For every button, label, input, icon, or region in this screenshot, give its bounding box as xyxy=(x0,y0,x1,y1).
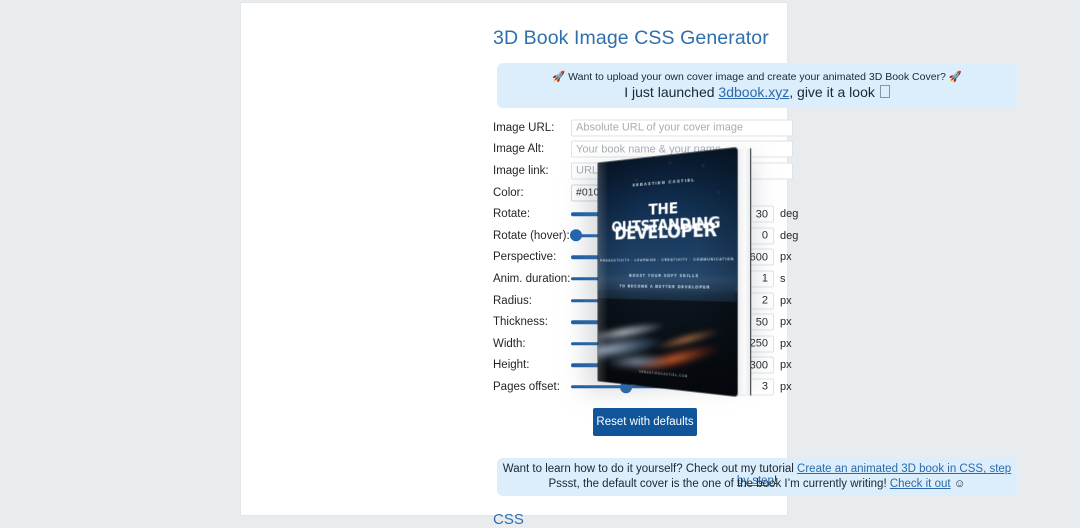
check-it-out-link[interactable]: Check it out xyxy=(890,478,951,490)
book-pages-edge xyxy=(735,148,751,395)
slider-unit: deg xyxy=(780,208,798,220)
slider-label: Rotate: xyxy=(493,208,530,220)
promo-text-after: , give it a look xyxy=(789,84,879,100)
css-section-heading: CSS xyxy=(493,511,524,528)
book-3d: SEBASTIEN CASTIEL THE OUTSTANDING DEVELO… xyxy=(598,148,737,397)
book-text-before: Pssst, the default cover is the one of t… xyxy=(549,478,890,490)
slider-label: Thickness: xyxy=(493,316,548,328)
slider-unit: px xyxy=(780,295,792,307)
book-text-after: ☺ xyxy=(951,478,966,490)
slider-label: Height: xyxy=(493,359,529,371)
image-url-input[interactable]: Absolute URL of your cover image xyxy=(571,119,793,136)
label-image-url: Image URL: xyxy=(493,122,554,134)
book-cover-image: SEBASTIEN CASTIEL THE OUTSTANDING DEVELO… xyxy=(598,148,737,397)
slider-label: Width: xyxy=(493,338,526,350)
promo-text-before: I just launched xyxy=(624,84,718,100)
cover-spine-shading xyxy=(598,162,608,382)
missing-glyph-icon xyxy=(880,85,890,98)
page-title: 3D Book Image CSS Generator xyxy=(493,27,769,50)
cover-subtitle-line1: BOOST YOUR SOFT SKILLS xyxy=(598,273,737,279)
slider-label: Anim. duration: xyxy=(493,273,570,285)
reset-button[interactable]: Reset with defaults xyxy=(593,408,697,436)
3dbook-link[interactable]: 3dbook.xyz xyxy=(718,84,789,100)
label-color: Color: xyxy=(493,187,524,199)
slider-label: Radius: xyxy=(493,295,532,307)
slider-label: Rotate (hover): xyxy=(493,230,570,242)
cover-title-line2: DEVELOPER xyxy=(598,221,737,245)
promo-notice-top-line1: 🚀 Want to upload your own cover image an… xyxy=(497,70,1017,83)
slider-label: Pages offset: xyxy=(493,381,560,393)
promo-notice-top-line2: I just launched 3dbook.xyz, give it a lo… xyxy=(497,84,1017,100)
slider-unit: deg xyxy=(780,230,798,242)
tutorial-line2: Pssst, the default cover is the one of t… xyxy=(497,478,1017,490)
slider-unit: px xyxy=(780,338,792,350)
book-preview[interactable]: SEBASTIEN CASTIEL THE OUTSTANDING DEVELO… xyxy=(575,150,775,400)
slider-unit: px xyxy=(780,359,792,371)
cover-tags: PRODUCTIVITY · LEARNING · CREATIVITY · C… xyxy=(598,257,737,263)
tutorial-text-before: Want to learn how to do it yourself? Che… xyxy=(503,463,797,475)
tutorial-notice-bottom: Want to learn how to do it yourself? Che… xyxy=(497,458,1017,496)
slider-unit: s xyxy=(780,273,786,285)
slider-unit: px xyxy=(780,381,792,393)
slider-label: Perspective: xyxy=(493,251,556,263)
slider-unit: px xyxy=(780,316,792,328)
app-root: 3D Book Image CSS Generator 🚀 Want to up… xyxy=(0,0,1080,515)
field-row-image-url: Image URL: Absolute URL of your cover im… xyxy=(493,117,793,139)
slider-unit: px xyxy=(780,251,792,263)
label-image-link: Image link: xyxy=(493,165,549,177)
promo-notice-top: 🚀 Want to upload your own cover image an… xyxy=(497,63,1017,108)
label-image-alt: Image Alt: xyxy=(493,143,544,155)
